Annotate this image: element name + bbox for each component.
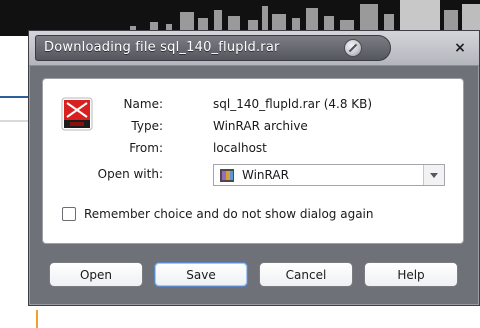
download-dialog: Downloading file sql_140_flupld.rar × Na… (28, 30, 480, 306)
remember-choice-checkbox[interactable] (62, 207, 76, 221)
from-label: From: (129, 141, 163, 155)
dialog-titlebar[interactable]: Downloading file sql_140_flupld.rar × (29, 31, 479, 66)
background-accent (36, 310, 38, 328)
name-label: Name: (123, 97, 163, 111)
title-pill: Downloading file sql_140_flupld.rar (35, 35, 391, 61)
file-name-value: sql_140_flupld.rar (4.8 KB) (213, 97, 373, 111)
save-button[interactable]: Save (154, 262, 248, 287)
minimize-knob-icon[interactable] (344, 39, 362, 57)
open-with-label: Open with: (97, 167, 163, 181)
chevron-down-icon[interactable] (423, 165, 444, 185)
open-button[interactable]: Open (49, 262, 143, 287)
winrar-app-icon (220, 169, 234, 182)
type-label: Type: (131, 119, 163, 133)
dialog-title: Downloading file sql_140_flupld.rar (44, 40, 280, 55)
close-button[interactable]: × (451, 39, 469, 57)
file-type-value: WinRAR archive (213, 119, 308, 133)
open-with-selected: WinRAR (242, 168, 289, 182)
help-button[interactable]: Help (364, 262, 458, 287)
background-divider-2 (0, 120, 28, 122)
file-source-value: localhost (213, 141, 267, 155)
cancel-button[interactable]: Cancel (259, 262, 353, 287)
remember-choice-label[interactable]: Remember choice and do not show dialog a… (84, 207, 374, 221)
details-panel: Name: sql_140_flupld.rar (4.8 KB) Type: … (42, 78, 464, 244)
background-divider (0, 96, 28, 98)
open-with-select[interactable]: WinRAR (213, 164, 445, 186)
